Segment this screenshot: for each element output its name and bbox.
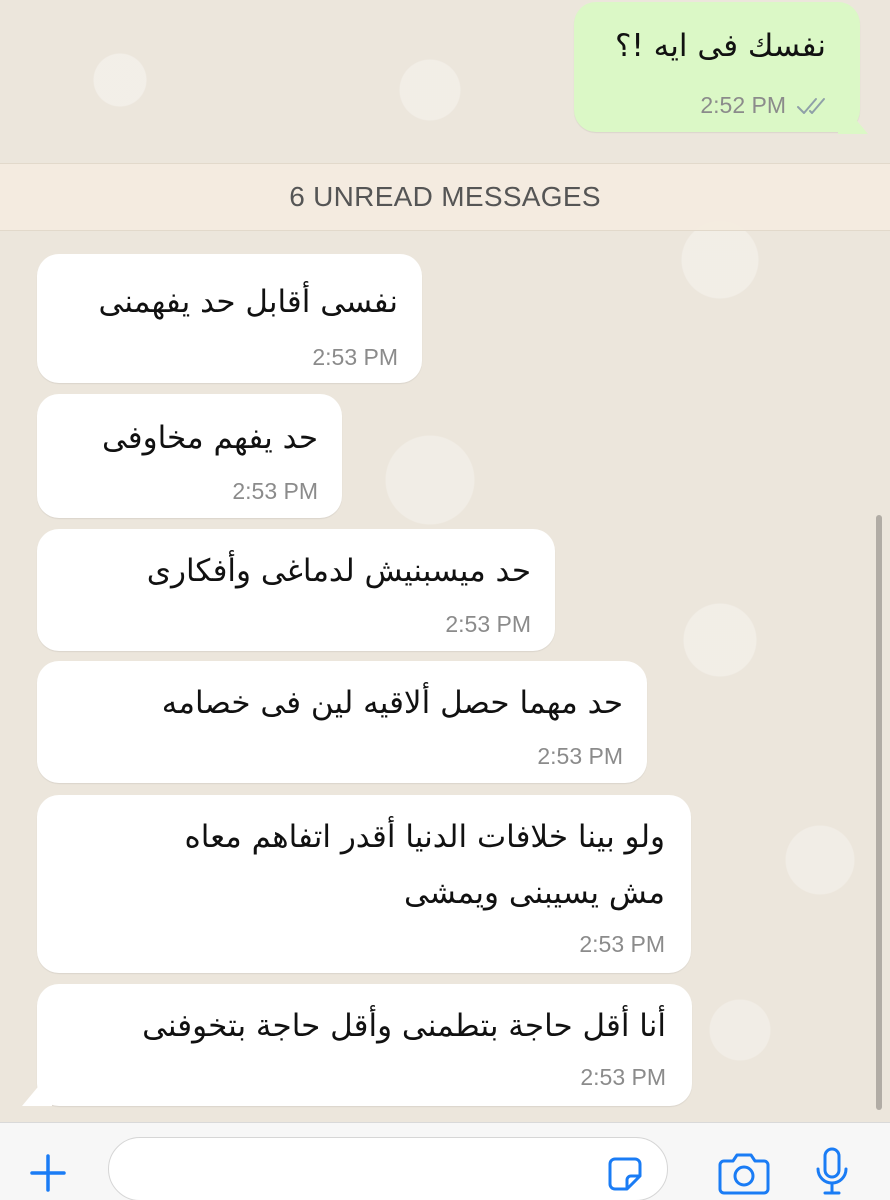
- sticker-icon[interactable]: [607, 1156, 643, 1192]
- incoming-message-bubble[interactable]: حد ميسبنيش لدماغى وأفكارى 2:53 PM: [37, 529, 555, 651]
- message-text: أنا أقل حاجة بتطمنى وأقل حاجة بتخوفنى: [142, 1008, 666, 1044]
- message-text-line-2: مش يسيبنى ويمشى: [403, 875, 665, 911]
- message-composer-bar: [0, 1122, 890, 1200]
- message-time: 2:53 PM: [579, 931, 665, 957]
- microphone-icon[interactable]: [814, 1147, 850, 1197]
- incoming-message-bubble[interactable]: حد مهما حصل ألاقيه لين فى خصامه 2:53 PM: [37, 661, 647, 783]
- incoming-message-bubble[interactable]: حد يفهم مخاوفى 2:53 PM: [37, 394, 342, 518]
- message-time: 2:53 PM: [232, 478, 318, 504]
- message-time: 2:53 PM: [445, 611, 531, 637]
- scrollbar[interactable]: [876, 515, 882, 1110]
- message-text: نفسك فى ايه !؟: [614, 28, 826, 64]
- incoming-message-bubble[interactable]: أنا أقل حاجة بتطمنى وأقل حاجة بتخوفنى 2:…: [37, 984, 692, 1106]
- message-time: 2:52 PM: [700, 92, 786, 118]
- message-time: 2:53 PM: [312, 344, 398, 370]
- message-input[interactable]: [108, 1137, 668, 1200]
- incoming-message-bubble[interactable]: ولو بينا خلافات الدنيا أقدر اتفاهم معاه …: [37, 795, 691, 973]
- message-text: حد ميسبنيش لدماغى وأفكارى: [146, 553, 531, 589]
- chat-area[interactable]: نفسك فى ايه !؟ 2:52 PM 6 UNREAD MESSAGES…: [0, 0, 890, 1122]
- message-time: 2:53 PM: [580, 1064, 666, 1090]
- camera-icon[interactable]: [718, 1151, 770, 1195]
- message-text: حد مهما حصل ألاقيه لين فى خصامه: [161, 685, 623, 721]
- plus-icon[interactable]: [30, 1153, 66, 1193]
- incoming-message-bubble[interactable]: نفسى أقابل حد يفهمنى 2:53 PM: [37, 254, 422, 383]
- message-text: نفسى أقابل حد يفهمنى: [98, 284, 399, 320]
- message-text: حد يفهم مخاوفى: [101, 420, 318, 456]
- message-text-line-1: ولو بينا خلافات الدنيا أقدر اتفاهم معاه: [184, 819, 665, 855]
- unread-messages-banner: 6 UNREAD MESSAGES: [0, 163, 890, 231]
- message-time: 2:53 PM: [537, 743, 623, 769]
- read-double-check-icon: [796, 96, 830, 116]
- outgoing-message-bubble[interactable]: نفسك فى ايه !؟ 2:52 PM: [574, 2, 860, 132]
